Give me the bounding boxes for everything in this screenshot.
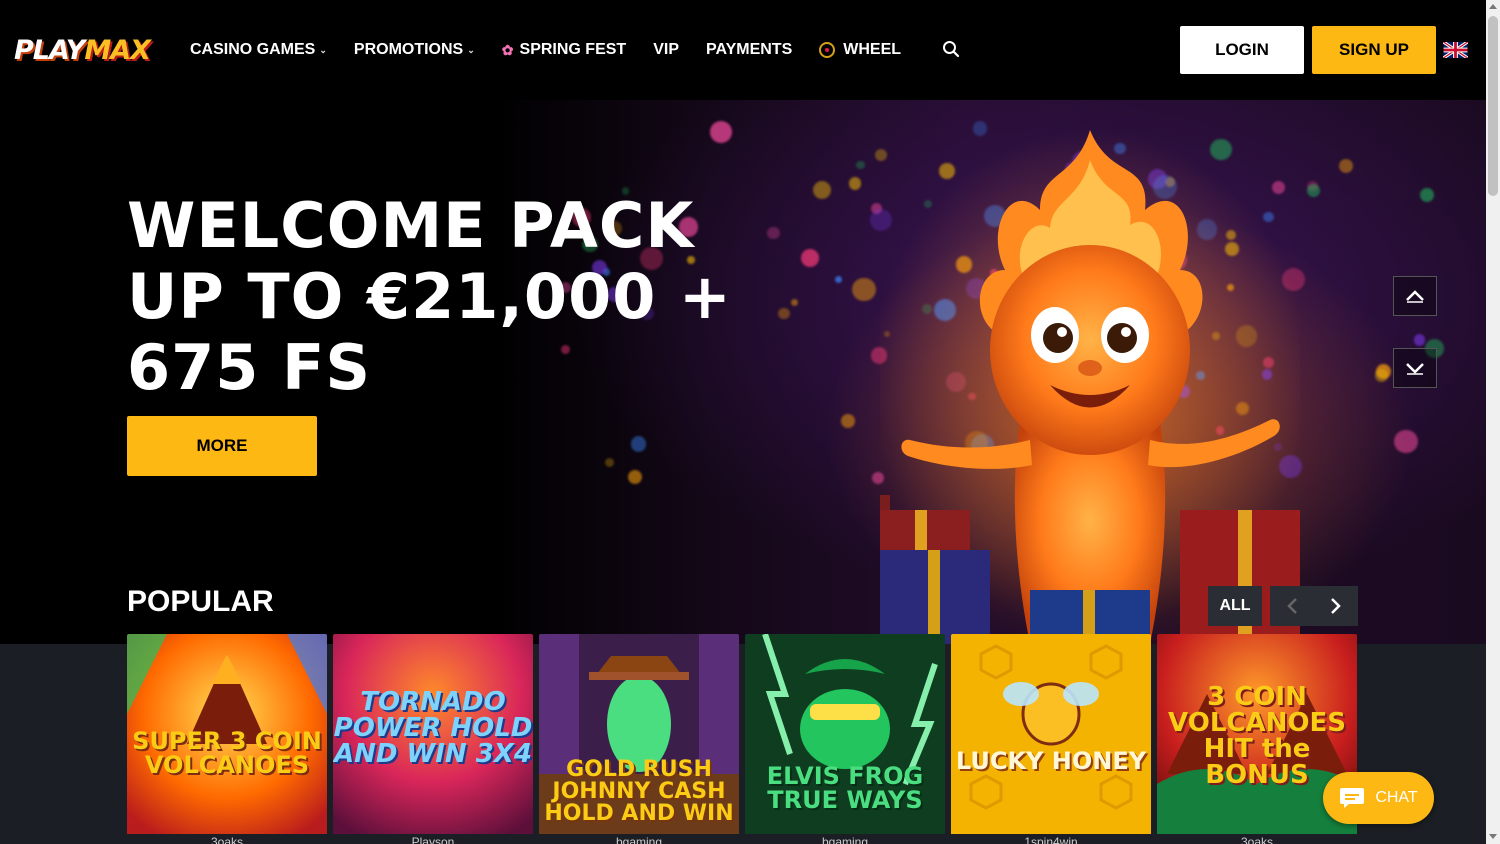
- bokeh-light: [812, 181, 831, 200]
- game-title: GOLD RUSH JOHNNY CASH HOLD AND WIN: [544, 757, 734, 826]
- bokeh-light: [791, 298, 799, 306]
- uk-flag-icon[interactable]: [1443, 42, 1468, 58]
- nav-promotions[interactable]: PROMOTIONS ⌄: [354, 41, 475, 59]
- nav-payments[interactable]: PAYMENTS: [706, 41, 792, 59]
- game-thumbnail: [951, 634, 1151, 834]
- scroll-down-arrow-icon[interactable]: [1489, 834, 1497, 839]
- playmax-logo[interactable]: PLAY MAX: [14, 31, 151, 69]
- bokeh-light: [848, 177, 862, 190]
- game-provider: bgaming: [615, 835, 663, 844]
- bokeh-light: [630, 436, 646, 452]
- scroll-thumb[interactable]: [1488, 16, 1498, 196]
- game-provider: 1spin4win: [1024, 835, 1078, 844]
- chevron-up-icon: [1406, 290, 1424, 303]
- nav-casino-games[interactable]: CASINO GAMES ⌄: [190, 41, 327, 59]
- nav-spring-fest[interactable]: ✿ SPRING FEST: [502, 41, 626, 59]
- nav-spring-fest-label: SPRING FEST: [519, 41, 627, 58]
- popular-title: POPULAR: [127, 585, 274, 618]
- chevron-right-icon: [1331, 598, 1341, 614]
- slide-up-button[interactable]: [1393, 276, 1437, 316]
- chevron-left-icon: [1287, 598, 1297, 614]
- bokeh-light: [1307, 184, 1321, 198]
- game-provider: Playson: [411, 835, 455, 844]
- bokeh-light: [767, 226, 780, 239]
- popular-games-list: SUPER 3 COIN VOLCANOES 3oaks TORNADO POW…: [127, 634, 1363, 844]
- nav-wheel[interactable]: WHEEL: [819, 41, 901, 59]
- chat-label: CHAT: [1375, 789, 1418, 806]
- bokeh-light: [1413, 334, 1426, 346]
- carousel-next-button[interactable]: [1314, 586, 1358, 626]
- page-scrollbar[interactable]: [1486, 0, 1500, 844]
- game-title: SUPER 3 COIN VOLCANOES: [132, 727, 322, 779]
- game-provider: 3oaks: [210, 835, 244, 844]
- game-card[interactable]: LUCKY HONEY 1spin4win: [951, 634, 1151, 844]
- hero-title: WELCOME PACK UP TO €21,000 + 675 FS: [127, 189, 732, 404]
- slide-down-button[interactable]: [1393, 348, 1437, 388]
- carousel-arrows: [1270, 586, 1358, 626]
- carousel-prev-button[interactable]: [1270, 586, 1314, 626]
- game-provider: 3oaks: [1240, 835, 1274, 844]
- chat-bubble-icon: [1340, 788, 1365, 808]
- nav-casino-games-label: CASINO GAMES: [190, 41, 316, 58]
- nav-payments-label: PAYMENTS: [706, 41, 793, 58]
- nav-vip[interactable]: VIP: [653, 41, 679, 59]
- nav-promotions-label: PROMOTIONS: [353, 41, 464, 58]
- game-card[interactable]: TORNADO POWER HOLD AND WIN 3X4 Playson: [333, 634, 533, 844]
- bokeh-light: [856, 160, 865, 170]
- game-title: TORNADO POWER HOLD AND WIN 3X4: [333, 687, 533, 769]
- chat-button[interactable]: CHAT: [1323, 772, 1434, 824]
- game-card[interactable]: GOLD RUSH JOHNNY CASH HOLD AND WIN bgami…: [539, 634, 739, 844]
- search-icon[interactable]: [942, 40, 960, 58]
- chevron-down-icon: ⌄: [319, 44, 327, 55]
- main-nav: CASINO GAMES ⌄ PROMOTIONS ⌄ ✿ SPRING FES…: [190, 38, 928, 62]
- all-games-button[interactable]: ALL: [1208, 586, 1262, 626]
- game-title: ELVIS FROG TRUE WAYS: [766, 762, 924, 814]
- bokeh-light: [605, 458, 615, 468]
- logo-play-text: PLAY: [14, 34, 85, 66]
- bokeh-light: [841, 414, 855, 428]
- bokeh-light: [834, 275, 843, 284]
- fire-mascot-illustration: [880, 130, 1300, 644]
- nav-vip-label: VIP: [653, 41, 679, 58]
- nav-wheel-label: WHEEL: [843, 41, 902, 58]
- bokeh-light: [801, 249, 819, 267]
- login-button[interactable]: LOGIN: [1180, 26, 1304, 74]
- site-header: PLAY MAX CASINO GAMES ⌄ PROMOTIONS ⌄ ✿ SP…: [0, 0, 1486, 100]
- logo-max-text: MAX: [84, 34, 151, 66]
- bokeh-light: [778, 307, 790, 320]
- game-card[interactable]: ELVIS FROG TRUE WAYS bgaming: [745, 634, 945, 844]
- bokeh-light: [710, 121, 733, 143]
- game-title: 3 COIN VOLCANOES HIT the BONUS: [1168, 682, 1346, 790]
- bokeh-light: [1394, 429, 1418, 454]
- game-card[interactable]: SUPER 3 COIN VOLCANOES 3oaks: [127, 634, 327, 844]
- hero-banner: WELCOME PACK UP TO €21,000 + 675 FS MORE: [0, 100, 1486, 644]
- bokeh-light: [627, 470, 642, 485]
- wheel-icon: [819, 42, 836, 58]
- flower-icon: ✿: [501, 41, 514, 58]
- bokeh-light: [1420, 188, 1435, 203]
- more-button[interactable]: MORE: [127, 416, 317, 476]
- chevron-down-icon: [1406, 363, 1424, 375]
- chevron-down-icon: ⌄: [467, 44, 475, 55]
- bokeh-light: [1375, 368, 1389, 382]
- game-title: LUCKY HONEY: [955, 747, 1147, 775]
- signup-button[interactable]: SIGN UP: [1312, 26, 1436, 74]
- game-provider: bgaming: [821, 835, 869, 844]
- bokeh-light: [1339, 158, 1354, 173]
- scroll-up-arrow-icon[interactable]: [1489, 4, 1497, 9]
- bokeh-light: [852, 277, 876, 301]
